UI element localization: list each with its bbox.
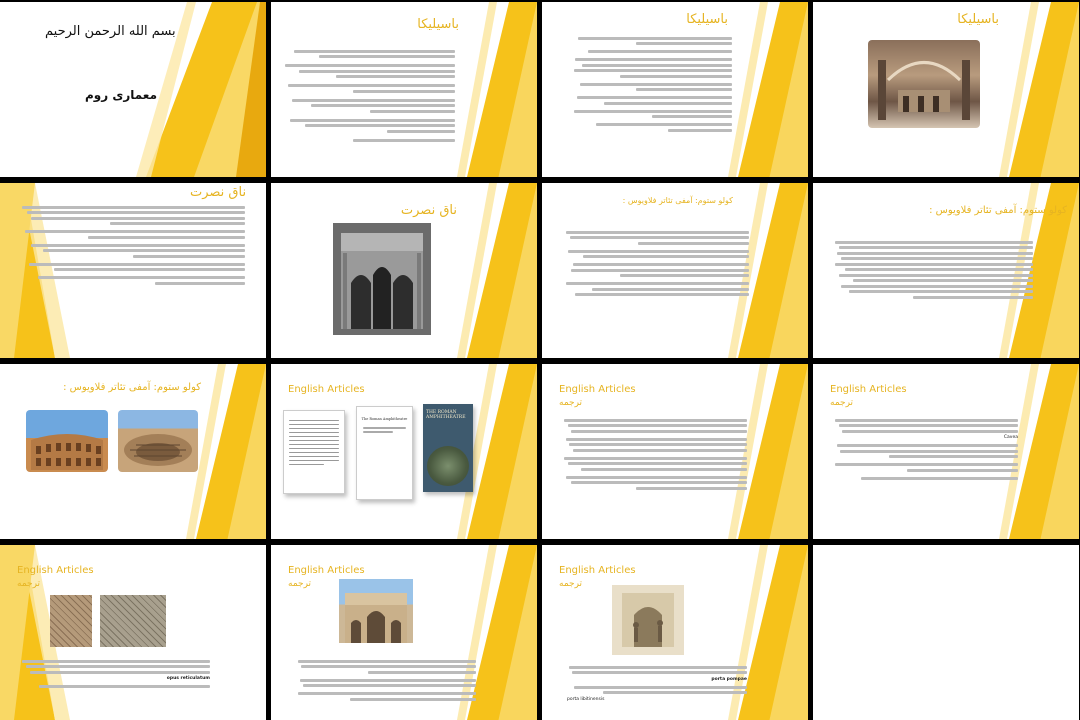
arch-of-titus-photo — [333, 223, 431, 335]
basilica-interior-photo — [868, 40, 980, 128]
slide-body-text — [564, 228, 749, 299]
arch-of-constantine-photo — [339, 579, 413, 643]
opus-reticulatum-photo-1 — [50, 595, 92, 647]
slide-subtitle: ترجمه — [830, 398, 854, 408]
slide-thumbnail-9[interactable]: کولو ستوم: آمفی تئاتر فلاویوس : — [0, 364, 266, 539]
colosseum-interior-photo — [118, 410, 198, 472]
slide-title: باسیلیکا — [686, 12, 728, 27]
slide-body-text — [562, 416, 747, 492]
slide-body-text — [20, 203, 245, 287]
slide-title: English Articles — [830, 384, 907, 395]
book-cover-1 — [283, 410, 345, 494]
slide-thumbnail-6[interactable]: ناق نصرت — [271, 183, 537, 358]
slide-subtitle: ترجمه — [559, 579, 583, 589]
slide-subtitle: ترجمه — [559, 398, 583, 408]
slide-title: English Articles — [559, 565, 636, 576]
slide-body-text — [833, 238, 1033, 301]
slide-title: بسم الله الرحمن الرحیم — [45, 24, 176, 39]
slide-subtitle: ترجمه — [17, 579, 41, 589]
slide-title: کولو ستوم: آمفی تئاتر فلاویوس : — [63, 382, 201, 393]
slide-title: باسیلیکا — [417, 17, 459, 32]
slide-thumbnail-7[interactable]: کولو ستوم: آمفی تئاتر فلاویوس : — [542, 183, 808, 358]
opus-reticulatum-photo-2 — [100, 595, 166, 647]
slide-subtitle: معماری روم — [85, 88, 157, 102]
slide-thumbnail-1[interactable]: بسم الله الرحمن الرحیم معماری روم — [0, 2, 266, 177]
slide-thumbnail-5[interactable]: ناق نصرت — [0, 183, 266, 358]
slide-title: باسیلیکا — [957, 12, 999, 27]
slide-thumbnail-15[interactable]: English Articles ترجمه porta pompae port… — [542, 545, 808, 720]
slide-title: English Articles — [559, 384, 636, 395]
slide-thumbnail-8[interactable]: کولو ستوم: آمفی تئاتر فلاویوس : — [813, 183, 1079, 358]
slide-title: ناق نصرت — [400, 203, 457, 218]
book-cover-2: The Roman Amphitheatre — [356, 406, 413, 500]
slide-subtitle: ترجمه — [288, 579, 312, 589]
slide-thumbnail-14[interactable]: English Articles ترجمه — [271, 545, 537, 720]
slide-sorter-grid: بسم الله الرحمن الرحیم معماری روم باسیلی… — [0, 0, 1080, 720]
slide-title: کولو ستوم: آمفی تئاتر فلاویوس : — [929, 205, 1067, 216]
slide-thumbnail-3[interactable]: باسیلیکا — [542, 2, 808, 177]
slide-body-text — [285, 47, 455, 144]
gladiator-illustration — [612, 585, 684, 655]
slide-title: English Articles — [288, 384, 365, 395]
slide-thumbnail-13[interactable]: English Articles ترجمه opus reticulatum — [0, 545, 266, 720]
slide-title: English Articles — [17, 565, 94, 576]
book-cover-3: THE ROMAN AMPHITHEATRE — [423, 404, 473, 492]
slide-thumbnail-10[interactable]: English Articles The Roman Amphitheatre … — [271, 364, 537, 539]
empty-slot — [813, 545, 1079, 720]
slide-thumbnail-12[interactable]: English Articles ترجمه Cavea — [813, 364, 1079, 539]
slide-thumbnail-11[interactable]: English Articles ترجمه — [542, 364, 808, 539]
slide-title: ناق نصرت — [190, 185, 247, 200]
slide-body-text: porta pompae porta libitinensis — [567, 663, 747, 703]
slide-body-text — [572, 34, 732, 134]
slide-thumbnail-2[interactable]: باسیلیکا — [271, 2, 537, 177]
slide-body-text: Cavea — [833, 416, 1018, 482]
slide-body-text: opus reticulatum — [20, 657, 210, 691]
slide-title: English Articles — [288, 565, 365, 576]
slide-title: کولو ستوم: آمفی تئاتر فلاویوس : — [622, 196, 733, 205]
colosseum-exterior-photo — [26, 410, 108, 472]
slide-body-text — [296, 657, 476, 703]
slide-thumbnail-4[interactable]: باسیلیکا — [813, 2, 1079, 177]
